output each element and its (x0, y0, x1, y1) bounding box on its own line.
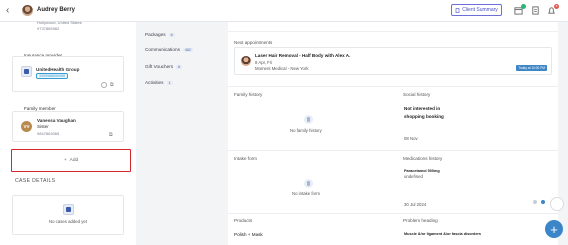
calendar-icon[interactable] (514, 4, 526, 15)
problem-value: Muscle &/or ligament &/or fascia disorde… (404, 232, 482, 236)
family-member-relation: Sister (37, 124, 49, 129)
medications-history-title: Medications history (403, 156, 443, 161)
link-icon[interactable]: ⧉ (110, 82, 114, 88)
nav-item-activities[interactable]: Activities 1 (145, 80, 173, 85)
family-member-card[interactable]: VV Vanessa Vaughan Sister 9847863065 ⧉ (12, 111, 124, 142)
insurance-name: UnitedHealth Group (36, 67, 80, 72)
social-history-value-1: Not interested in (404, 106, 441, 111)
calendar-status-dot (521, 4, 526, 9)
family-member-avatar: VV (21, 121, 32, 132)
insurance-id[interactable]: 3395988659988 (36, 73, 68, 79)
client-summary-button[interactable]: Client Summary (451, 4, 502, 16)
appointment-location: Moment Medical - New York (255, 66, 309, 71)
divider (228, 31, 558, 32)
add-label: Add (69, 158, 79, 163)
appointment-time-badge: Today at 10:00 PM (516, 65, 547, 71)
intake-form-title: Intake form (234, 156, 257, 161)
family-member-phone: 9847863065 (37, 131, 60, 136)
client-details-panel: Next appointments Laser Hair Removal - H… (228, 22, 558, 245)
insurance-provider-card: UnitedHealth Group 3395988659988 ⧉ (12, 56, 124, 92)
family-history-title: Family history (234, 92, 263, 97)
client-avatar (22, 5, 33, 16)
address-line: Hollywood, United States (37, 20, 82, 25)
back-arrow-icon[interactable]: ‹ (6, 5, 9, 17)
nav-item-label: Packages (145, 32, 166, 37)
notifications-icon[interactable]: 8 (547, 4, 559, 15)
problem-heading-title: Problem heading (403, 218, 438, 223)
nav-item-gift-vouchers[interactable]: Gift Vouchers 6 (145, 64, 183, 69)
pager-dot[interactable] (533, 200, 537, 204)
copy-icon[interactable]: ⧉ (109, 132, 113, 138)
appointment-date: 8 Apr, Fri (255, 60, 273, 65)
add-floating-button[interactable]: + (545, 220, 563, 238)
family-member-name: Vanessa Vaughan (37, 118, 76, 123)
case-details-card: No cases added yet (12, 195, 124, 235)
appointment-card[interactable]: Laser Hair Removal - Half Body with Alex… (234, 47, 552, 75)
document-icon (455, 7, 460, 13)
nav-item-count: 1 (166, 80, 173, 85)
case-details-title: CASE DETAILS (15, 178, 56, 184)
no-family-history-text: No family history (290, 128, 322, 133)
social-history-title: Social history (403, 92, 431, 97)
notification-count-badge: 8 (554, 4, 559, 9)
top-bar: ‹ Audrey Berry Client Summary 8 (0, 0, 568, 22)
divider (228, 86, 558, 87)
nav-item-count: 462 (182, 47, 193, 52)
product-value: Polish + Mask (234, 232, 263, 237)
staff-avatar (241, 56, 251, 66)
plus-icon: + (63, 158, 67, 163)
divider (228, 150, 558, 151)
no-cases-icon (63, 204, 74, 215)
nav-item-count: 6 (176, 64, 183, 69)
nav-item-count: 6 (168, 32, 175, 37)
phone-line: 9737865982 (37, 26, 60, 31)
client-profile-sidebar: Hollywood, United States 9737865982 Insu… (0, 20, 136, 245)
no-intake-form-text: No intake form (292, 191, 320, 196)
add-family-member-button[interactable]: + Add (11, 149, 131, 172)
next-appointments-title: Next appointments (234, 40, 273, 45)
appointment-title: Laser Hair Removal - Half Body with Alex… (255, 53, 351, 58)
plus-icon: + (550, 221, 558, 237)
nav-item-label: Gift Vouchers (145, 64, 174, 69)
pager-dot-active[interactable] (541, 200, 545, 204)
divider (228, 213, 558, 214)
client-name: Audrey Berry (37, 7, 76, 13)
client-summary-label: Client Summary (462, 7, 498, 13)
notes-icon[interactable] (531, 6, 540, 15)
social-history-date: 08 Nov (404, 136, 418, 141)
social-history-value-2: shopping booking (404, 114, 444, 119)
intake-form-empty-icon (304, 179, 313, 188)
insurance-logo-icon (21, 66, 32, 77)
edit-icon[interactable] (101, 82, 107, 88)
section-navigation: Packages 6 Communications 462 Gift Vouch… (138, 22, 226, 245)
medication-sub: undefined (404, 174, 423, 179)
nav-item-label: Activities (145, 80, 164, 85)
nav-item-communications[interactable]: Communications 462 (145, 47, 193, 52)
scroll-indicator[interactable] (550, 197, 564, 211)
products-title: Products (234, 218, 253, 223)
family-history-empty-icon (304, 115, 313, 124)
medication-date: 30 Jul 2024 (404, 202, 427, 207)
no-cases-text: No cases added yet (49, 219, 87, 224)
nav-item-packages[interactable]: Packages 6 (145, 32, 175, 37)
medication-name: Paracetamol 500mg (404, 169, 440, 173)
nav-item-label: Communications (145, 47, 180, 52)
